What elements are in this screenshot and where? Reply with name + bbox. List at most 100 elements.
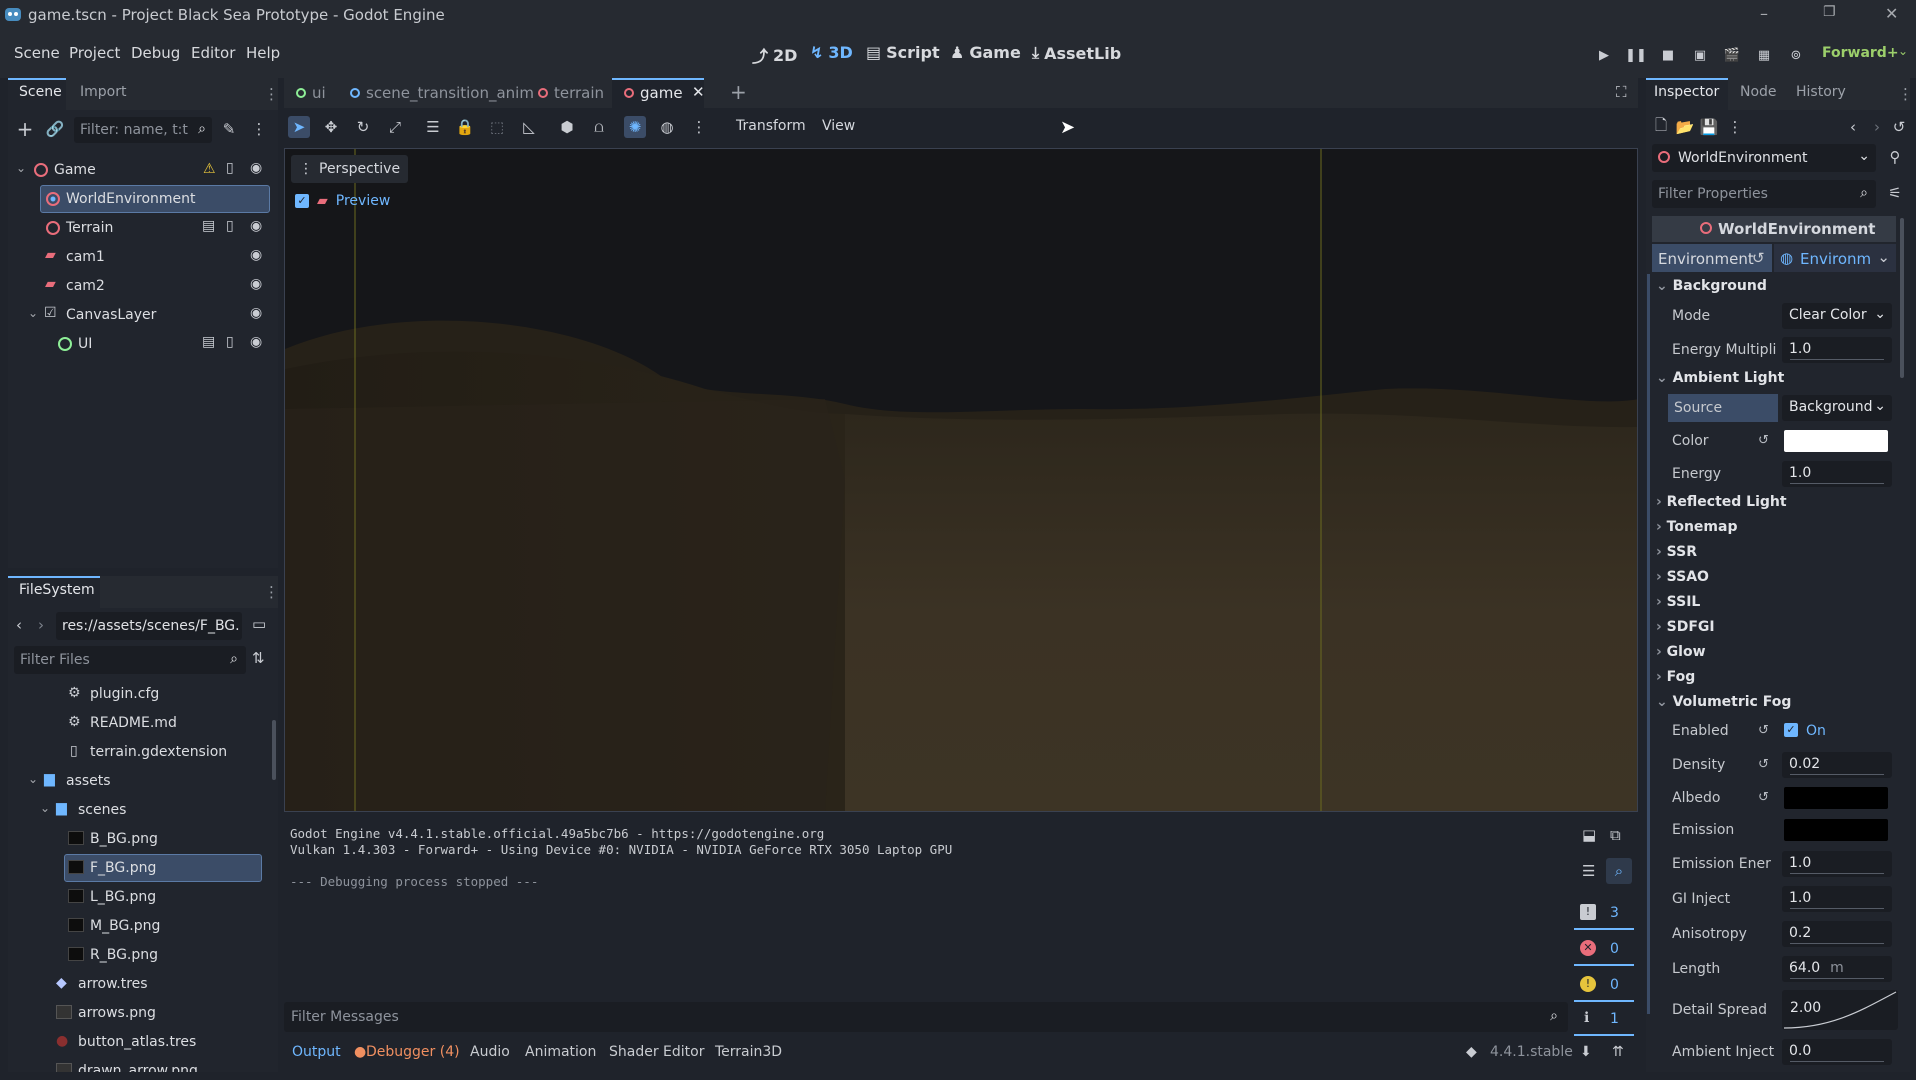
emission-color-swatch[interactable] [1784,819,1888,841]
anisotropy-field[interactable]: 0.2 [1782,921,1892,947]
file-item[interactable]: ▯ terrain.gdextension [8,738,276,767]
section-background[interactable]: ⌄ Background [1656,278,1767,294]
revert-icon[interactable]: ↺ [1758,790,1769,805]
expand-panel-icon[interactable]: ⇈ [1612,1044,1624,1060]
stop-icon[interactable]: ■ [1657,44,1679,66]
prop-color[interactable]: Color ↺ [1656,425,1906,457]
dock-menu-icon[interactable]: ⋮ [1898,85,1913,103]
view-menu[interactable]: View [822,118,855,134]
prop-enabled[interactable]: Enabled ↺ ✓ On [1656,715,1906,747]
renderer-selector[interactable]: Forward+ [1822,45,1899,61]
environment-property[interactable]: Environment ↺ [1652,244,1772,272]
bottom-tab-audio[interactable]: Audio [470,1044,510,1060]
bottom-tab-terrain3d[interactable]: Terrain3D [715,1044,782,1060]
visibility-icon[interactable]: ◉ [250,305,262,321]
revert-icon[interactable]: ↺ [1752,249,1765,267]
slider[interactable] [1790,978,1884,979]
tab-inspector[interactable]: Inspector [1654,84,1719,100]
environment-resource-picker[interactable]: ◍ Environm ⌄ [1774,244,1896,272]
sort-icon[interactable]: ⇅ [252,649,265,667]
section-ambient-light[interactable]: ⌄ Ambient Light [1656,370,1784,386]
history-back-icon[interactable]: ‹ [1842,116,1864,138]
prop-mode[interactable]: Mode Clear Color ⌄ [1656,300,1906,332]
warnings-filter[interactable]: ! 0 [1574,972,1634,1002]
section-ssao[interactable]: › SSAO [1656,569,1709,585]
energy-field[interactable]: 1.0 [1782,461,1892,487]
prop-emission[interactable]: Emission [1656,814,1906,846]
attach-script-icon[interactable]: ✎ [218,118,240,140]
enabled-checkbox[interactable]: ✓ [1784,723,1798,737]
checkbox-checked-icon[interactable]: ✓ [295,194,309,208]
remote-debug-icon[interactable]: ▣ [1689,44,1711,66]
property-options-icon[interactable]: ⚟ [1884,182,1906,204]
filter-files-input[interactable]: Filter Files ⌕ [14,646,246,674]
scale-mode-icon[interactable]: ⤢ [384,116,406,138]
energy-multiplier-field[interactable]: 1.0 [1782,337,1892,363]
editor-tab-ui[interactable]: ui [296,84,326,102]
menu-editor[interactable]: Editor [191,44,235,62]
camera-preview-toggle[interactable]: ✓ ▰ Preview [295,193,390,209]
chevron-down-icon[interactable]: ⌄ [28,772,38,786]
close-window-icon[interactable]: ✕ [1885,4,1898,23]
scrollbar-thumb[interactable] [272,720,276,780]
open-in-editor-icon[interactable]: ▤ [202,334,215,350]
section-tonemap[interactable]: › Tonemap [1656,519,1737,535]
forward-icon[interactable]: › [38,616,44,634]
object-history-icon[interactable]: ↺ [1888,116,1910,138]
pause-icon[interactable]: ❚❚ [1625,44,1647,66]
add-tab-icon[interactable]: + [730,80,747,104]
filter-properties-input[interactable]: Filter Properties ⌕ [1652,180,1876,208]
section-reflected-light[interactable]: › Reflected Light [1656,494,1787,510]
distraction-free-icon[interactable]: ⛶ [1616,83,1627,101]
file-item[interactable]: R_BG.png [8,941,276,970]
object-selector[interactable]: WorldEnvironment ⌄ [1652,144,1876,172]
mode-assetlib-button[interactable]: ⤓ AssetLib [1032,43,1121,63]
script-attached-icon[interactable]: ▯ [226,334,234,350]
tree-node-ui[interactable]: UI ▤ ▯ ◉ [8,330,276,359]
group-icon[interactable]: ⬚ [486,116,508,138]
prop-emission-energy[interactable]: Emission Ener 1.0 [1656,848,1906,880]
play-icon[interactable]: ▶ [1593,44,1615,66]
mode-dropdown[interactable]: Clear Color ⌄ [1782,303,1892,329]
mode-script-button[interactable]: ▤ Script [866,43,940,62]
section-sdfgi[interactable]: › SDFGI [1656,619,1715,635]
length-field[interactable]: 64.0 m [1782,956,1892,982]
visibility-icon[interactable]: ◉ [250,160,262,176]
save-resource-icon[interactable]: 💾 [1698,116,1720,138]
move-mode-icon[interactable]: ✥ [320,116,342,138]
minimize-icon[interactable]: – [1760,4,1768,23]
warning-icon[interactable]: ⚠ [203,161,216,177]
pin-panel-icon[interactable]: ⬇ [1580,1044,1592,1060]
errors-filter[interactable]: ✕ 0 [1574,936,1634,966]
history-forward-icon[interactable]: › [1866,116,1888,138]
bottom-tab-output[interactable]: Output [292,1044,341,1060]
slider[interactable] [1790,774,1884,775]
tree-node-cam2[interactable]: ▰ cam2 ◉ [8,272,276,301]
load-resource-icon[interactable]: 📂 [1674,116,1696,138]
menu-scene[interactable]: Scene [14,44,60,62]
mode-2d-button[interactable]: ⤴ 2D [752,43,797,67]
ambient-inject-field[interactable]: 0.0 [1782,1039,1892,1065]
editor-tab-game[interactable]: game [624,84,683,102]
list-select-icon[interactable]: ☰ [422,116,444,138]
bottom-tab-animation[interactable]: Animation [525,1044,596,1060]
detail-spread-curve[interactable]: 2.00 [1782,990,1898,1030]
menu-help[interactable]: Help [246,44,280,62]
messages-filter[interactable]: ! 3 [1574,900,1634,930]
prop-gi-inject[interactable]: GI Inject 1.0 [1656,883,1906,915]
slider[interactable] [1790,1061,1884,1062]
update-spinner-icon[interactable]: ◆ [1466,1044,1477,1060]
file-item[interactable]: ⚙ plugin.cfg [8,680,276,709]
filter-messages-input[interactable]: Filter Messages ⌕ [284,1002,1568,1032]
renderer-chevron-icon[interactable]: ⌄ [1898,44,1908,58]
file-item[interactable]: ● button_atlas.tres [8,1028,276,1057]
prop-anisotropy[interactable]: Anisotropy 0.2 [1656,918,1906,950]
file-item[interactable]: drawn_arrow.png [8,1057,276,1072]
scene-filter-input[interactable]: Filter: name, t:t ⌕ [74,117,212,143]
chevron-down-icon[interactable]: ⌄ [28,306,38,320]
menu-debug[interactable]: Debug [131,44,180,62]
file-item[interactable]: ⚙ README.md [8,709,276,738]
folder-item[interactable]: ⌄ ▆ assets [8,767,276,796]
transform-menu[interactable]: Transform [736,118,806,134]
revert-icon[interactable]: ↺ [1758,433,1769,448]
